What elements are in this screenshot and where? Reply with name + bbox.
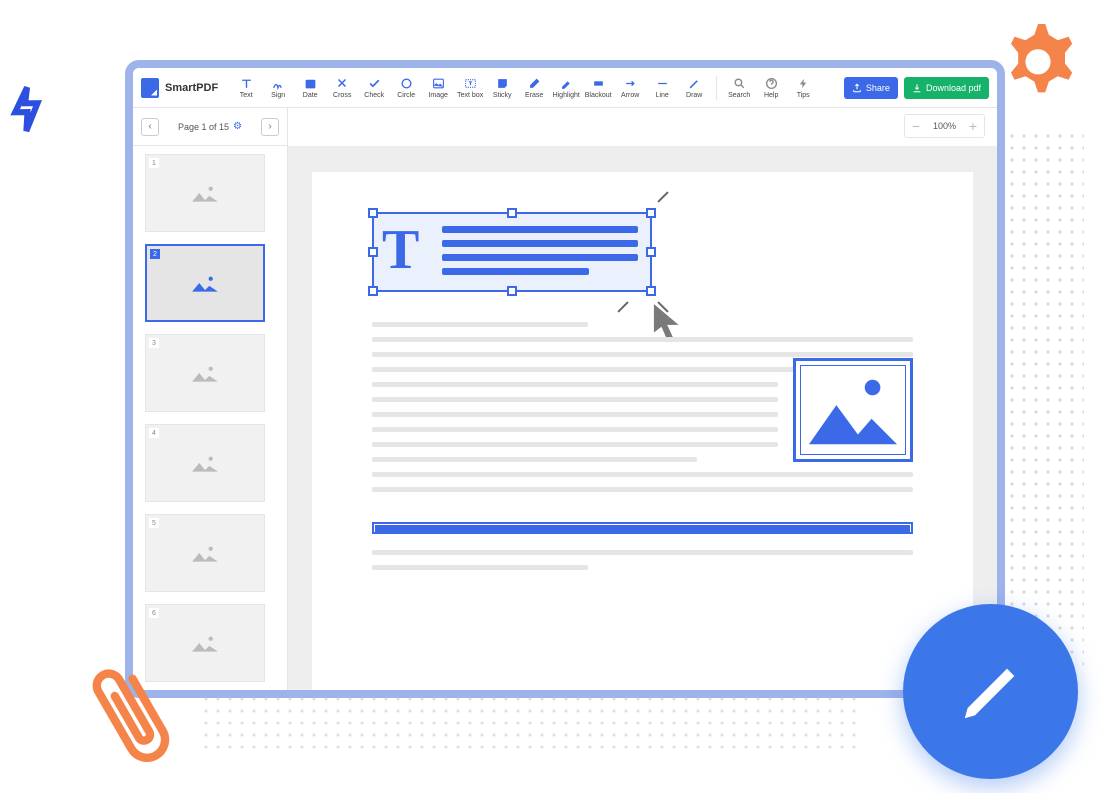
image-placeholder-icon <box>190 183 220 203</box>
document-page[interactable]: T <box>312 172 973 690</box>
tool-sticky[interactable]: Sticky <box>486 70 518 106</box>
app-window: SmartPDF Text Sign Date Cross Check Circ… <box>125 60 1005 698</box>
help-icon <box>764 76 778 90</box>
toolbar: SmartPDF Text Sign Date Cross Check Circ… <box>133 68 997 108</box>
resize-handle-bm[interactable] <box>507 286 517 296</box>
image-placeholder-icon <box>190 363 220 383</box>
pager-bar: ‹ Page 1 of 15 ⚙ › <box>133 108 288 146</box>
tool-cross[interactable]: Cross <box>326 70 358 106</box>
canvas-area: T <box>288 146 997 690</box>
circle-icon <box>399 76 413 90</box>
highlight-icon <box>559 76 573 90</box>
resize-handle-br[interactable] <box>646 286 656 296</box>
image-placeholder-icon <box>801 366 905 454</box>
highlighted-line[interactable] <box>372 522 913 534</box>
resize-handle-bl[interactable] <box>368 286 378 296</box>
textbox-icon <box>463 76 477 90</box>
thumbnail-1[interactable]: 1 <box>145 154 265 232</box>
decoration-gear-icon <box>993 15 1083 105</box>
download-button[interactable]: Download pdf <box>904 77 989 99</box>
decoration-bolt-icon <box>1 81 55 147</box>
arrow-icon <box>623 76 637 90</box>
pager-settings-icon[interactable]: ⚙ <box>233 121 242 132</box>
prev-page-button[interactable]: ‹ <box>141 118 159 136</box>
decoration-edit-badge <box>903 604 1078 779</box>
click-spark <box>617 301 628 312</box>
zoom-control: − 100% + <box>904 114 985 138</box>
tool-image[interactable]: Image <box>422 70 454 106</box>
tips-icon <box>796 76 810 90</box>
tool-circle[interactable]: Circle <box>390 70 422 106</box>
thumbnail-6[interactable]: 6 <box>145 604 265 682</box>
body-text-placeholder-2 <box>372 550 913 570</box>
resize-handle-tl[interactable] <box>368 208 378 218</box>
tool-textbox[interactable]: Text box <box>454 70 486 106</box>
share-button[interactable]: Share <box>844 77 898 99</box>
image-placeholder-icon <box>190 453 220 473</box>
thumbnail-4[interactable]: 4 <box>145 424 265 502</box>
tool-blackout[interactable]: Blackout <box>582 70 614 106</box>
text-icon <box>239 76 253 90</box>
next-page-button[interactable]: › <box>261 118 279 136</box>
thumbnail-3[interactable]: 3 <box>145 334 265 412</box>
tool-date[interactable]: Date <box>294 70 326 106</box>
tool-sign[interactable]: Sign <box>262 70 294 106</box>
image-placeholder-icon <box>190 633 220 653</box>
resize-handle-ml[interactable] <box>368 247 378 257</box>
dropcap-t: T <box>382 222 419 278</box>
brand-icon <box>141 78 159 98</box>
image-icon <box>431 76 445 90</box>
draw-icon <box>687 76 701 90</box>
tool-help[interactable]: Help <box>755 70 787 106</box>
tool-tips[interactable]: Tips <box>787 70 819 106</box>
blackout-icon <box>591 76 605 90</box>
brand-text: SmartPDF <box>165 82 218 94</box>
tool-search[interactable]: Search <box>723 70 755 106</box>
erase-icon <box>527 76 541 90</box>
share-icon <box>852 83 862 93</box>
inline-image[interactable] <box>793 358 913 462</box>
image-placeholder-icon <box>190 543 220 563</box>
annotation-tools: Text Sign Date Cross Check Circle Image … <box>230 70 710 106</box>
tool-arrow[interactable]: Arrow <box>614 70 646 106</box>
sticky-icon <box>495 76 509 90</box>
tool-check[interactable]: Check <box>358 70 390 106</box>
download-icon <box>912 83 922 93</box>
zoom-in-button[interactable]: + <box>962 115 984 137</box>
resize-handle-tr[interactable] <box>646 208 656 218</box>
resize-handle-tm[interactable] <box>507 208 517 218</box>
decoration-dots <box>994 130 1084 670</box>
text-lines <box>442 226 638 282</box>
image-placeholder-icon <box>190 273 220 293</box>
calendar-icon <box>303 76 317 90</box>
zoom-value: 100% <box>927 121 962 131</box>
zoom-out-button[interactable]: − <box>905 115 927 137</box>
thumbnail-5[interactable]: 5 <box>145 514 265 592</box>
check-icon <box>367 76 381 90</box>
sign-icon <box>271 76 285 90</box>
resize-handle-mr[interactable] <box>646 247 656 257</box>
page-label: Page 1 of 15 ⚙ <box>178 121 242 132</box>
brand: SmartPDF <box>141 78 218 98</box>
thumbnail-2[interactable]: 2 <box>145 244 265 322</box>
tool-text[interactable]: Text <box>230 70 262 106</box>
thumbnail-sidebar: 1 2 3 4 5 6 <box>133 146 288 690</box>
tool-draw[interactable]: Draw <box>678 70 710 106</box>
tool-erase[interactable]: Erase <box>518 70 550 106</box>
selected-textbox[interactable]: T <box>372 212 652 292</box>
tool-line[interactable]: Line <box>646 70 678 106</box>
search-icon <box>732 76 746 90</box>
cross-icon <box>335 76 349 90</box>
click-spark <box>657 191 668 202</box>
tool-highlight[interactable]: Highlight <box>550 70 582 106</box>
pencil-icon <box>956 657 1026 727</box>
help-tools: Search Help Tips <box>723 70 819 106</box>
line-icon <box>655 76 669 90</box>
toolbar-separator <box>716 76 717 100</box>
